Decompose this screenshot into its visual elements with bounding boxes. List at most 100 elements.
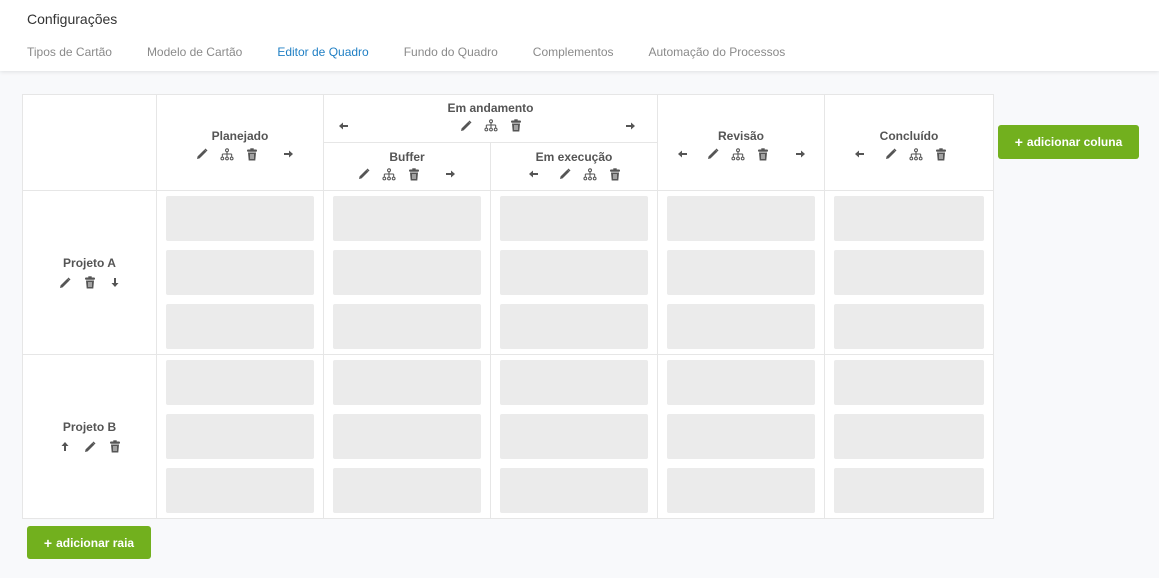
pencil-icon[interactable] [58,276,72,289]
card-slot [500,414,648,459]
arrow-down-icon[interactable] [108,276,122,289]
board-cell [824,354,994,519]
board-cell [323,190,491,355]
board-cell [156,190,324,355]
trash-icon[interactable] [934,147,948,161]
card-slot [667,250,815,295]
lane-row-projeto-b: Projeto B [22,354,994,519]
tab-editor-de-quadro[interactable]: Editor de Quadro [277,45,368,59]
card-slot [333,250,481,295]
card-slot [834,250,984,295]
card-slot [834,414,984,459]
arrow-left-icon[interactable] [336,119,350,132]
arrow-left-icon[interactable] [527,168,541,181]
card-slot [667,360,815,405]
sitemap-icon[interactable] [219,147,234,161]
page-title: Configurações [27,11,118,27]
board-editor-grid: Planejado Em andamento Revisão Concluído… [22,94,994,519]
card-slot [667,196,815,241]
column-title: Em execução [535,149,613,164]
board-cell [657,190,825,355]
trash-icon[interactable] [407,167,421,181]
arrow-right-icon[interactable] [282,148,296,161]
pencil-icon[interactable] [357,168,371,181]
card-slot [333,468,481,513]
board-cell [657,354,825,519]
tab-complementos[interactable]: Complementos [533,45,614,59]
column-title: Em andamento [447,101,534,115]
card-slot [667,304,815,349]
column-header-revisao: Revisão [657,94,825,191]
add-column-label: adicionar coluna [1026,135,1123,149]
lane-title: Projeto A [63,256,116,270]
card-slot [834,304,984,349]
trash-icon[interactable] [108,440,122,453]
column-title: Planejado [211,128,269,143]
card-slot [166,360,314,405]
pencil-icon[interactable] [459,119,473,132]
arrow-right-icon[interactable] [793,148,807,161]
card-slot [667,414,815,459]
card-slot [166,468,314,513]
tab-tipos-de-cartao[interactable]: Tipos de Cartão [27,45,112,59]
sitemap-icon[interactable] [381,167,396,181]
pencil-icon[interactable] [83,440,97,453]
pencil-icon[interactable] [195,148,209,161]
arrow-left-icon[interactable] [675,148,689,161]
add-lane-label: adicionar raia [56,535,135,550]
column-header-concluido: Concluído [824,94,994,191]
card-slot [500,196,648,241]
pencil-icon[interactable] [558,168,572,181]
trash-icon[interactable] [608,167,622,181]
card-slot [500,360,648,405]
arrow-right-icon[interactable] [444,168,458,181]
plus-icon: + [43,534,53,551]
arrow-left-icon[interactable] [853,148,867,161]
card-slot [500,250,648,295]
column-header-em-execucao: Em execução [490,142,658,191]
grid-corner [22,94,157,191]
board-cell [824,190,994,355]
arrow-right-icon[interactable] [623,119,637,132]
trash-icon[interactable] [756,147,770,161]
pencil-icon[interactable] [884,148,898,161]
card-slot [333,304,481,349]
column-header-em-andamento: Em andamento [323,94,658,143]
lane-title: Projeto B [62,420,117,434]
column-title: Revisão [717,128,765,143]
sitemap-icon[interactable] [483,119,498,132]
sitemap-icon[interactable] [908,147,923,161]
card-slot [834,360,984,405]
card-slot [333,196,481,241]
tab-automacao-processos[interactable]: Automação do Processos [649,45,786,59]
card-slot [500,468,648,513]
top-bar: Configurações Tipos de Cartão Modelo de … [0,0,1159,71]
board-cell [490,354,658,519]
board-cell [323,354,491,519]
lane-row-projeto-a: Projeto A [22,190,994,355]
sitemap-icon[interactable] [731,147,745,161]
tab-fundo-do-quadro[interactable]: Fundo do Quadro [404,45,498,59]
arrow-up-icon[interactable] [58,440,72,453]
tab-modelo-de-cartao[interactable]: Modelo de Cartão [147,45,242,59]
pencil-icon[interactable] [706,148,720,161]
lane-header-projeto-a: Projeto A [22,190,157,355]
card-slot [166,414,314,459]
sitemap-icon[interactable] [582,167,597,181]
card-slot [500,304,648,349]
board-cell [156,354,324,519]
card-slot [166,250,314,295]
column-title: Buffer [389,149,425,164]
trash-icon[interactable] [83,276,97,289]
add-column-button[interactable]: + adicionar coluna [998,125,1139,159]
card-slot [333,414,481,459]
trash-icon[interactable] [245,147,259,161]
card-slot [166,196,314,241]
card-slot [834,468,984,513]
card-slot [667,468,815,513]
add-lane-button[interactable]: + adicionar raia [27,526,151,559]
trash-icon[interactable] [509,119,523,132]
column-title: Concluído [879,128,939,143]
board-cell [490,190,658,355]
card-slot [333,360,481,405]
